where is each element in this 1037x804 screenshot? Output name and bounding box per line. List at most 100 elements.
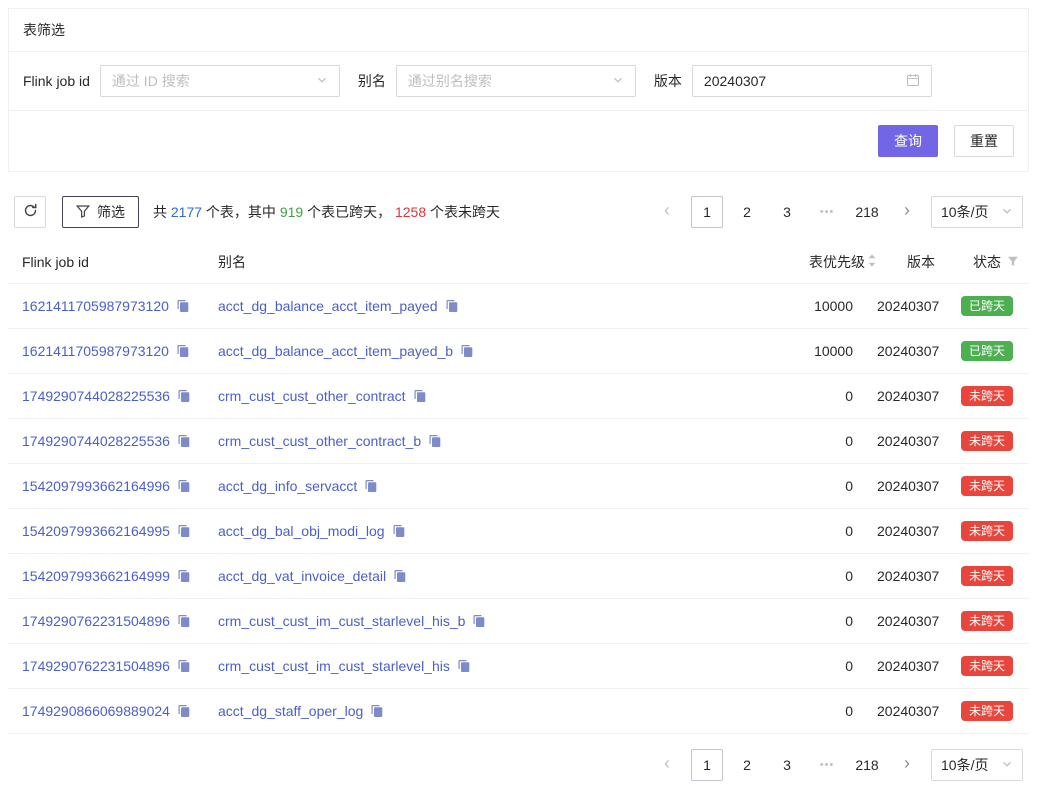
flink-job-id-link[interactable]: 1749290744028225536 <box>22 433 170 449</box>
page-button-218[interactable]: 218 <box>851 196 883 228</box>
filter-toggle-button[interactable]: 筛选 <box>62 196 139 228</box>
flink-job-id-select[interactable]: 通过 ID 搜索 <box>100 65 340 97</box>
alias-link[interactable]: acct_dg_info_servacct <box>218 478 357 494</box>
summary-part4: 个表未跨天 <box>426 204 500 220</box>
copy-icon[interactable] <box>177 614 191 628</box>
cell-version: 20240307 <box>877 523 937 539</box>
table-row: 1621411705987973120 acct_dg_balance_acct_… <box>8 284 1029 329</box>
alias-link[interactable]: acct_dg_balance_acct_item_payed <box>218 298 438 314</box>
alias-link[interactable]: crm_cust_cust_im_cust_starlevel_his <box>218 658 450 674</box>
page-size-select[interactable]: 10条/页 <box>931 196 1023 228</box>
cell-version: 20240307 <box>877 478 937 494</box>
page-button-2[interactable]: 2 <box>731 196 763 228</box>
alias-link[interactable]: acct_dg_balance_acct_item_payed_b <box>218 343 453 359</box>
copy-icon[interactable] <box>445 299 459 313</box>
flink-job-id-link[interactable]: 1749290762231504896 <box>22 613 170 629</box>
copy-icon[interactable] <box>457 659 471 673</box>
cell-version: 20240307 <box>877 613 937 629</box>
page-button-3[interactable]: 3 <box>771 749 803 781</box>
copy-icon[interactable] <box>460 344 474 358</box>
table-row: 1621411705987973120 acct_dg_balance_acct_… <box>8 329 1029 374</box>
copy-icon[interactable] <box>177 569 191 583</box>
alias-link[interactable]: crm_cust_cust_other_contract_b <box>218 433 421 449</box>
pagination-ellipsis: ••• <box>811 749 843 781</box>
cell-priority: 10000 <box>691 343 877 359</box>
page-button-1[interactable]: 1 <box>691 196 723 228</box>
filter-funnel-icon <box>76 204 90 221</box>
status-badge: 已跨天 <box>961 296 1013 316</box>
page-size-value: 10条/页 <box>941 755 988 775</box>
copy-icon[interactable] <box>364 479 378 493</box>
copy-icon[interactable] <box>177 434 191 448</box>
cell-flink-job-id: 1749290762231504896 <box>8 613 218 629</box>
page-button-2[interactable]: 2 <box>731 749 763 781</box>
flink-job-id-link[interactable]: 1542097993662164999 <box>22 568 170 584</box>
summary-total: 2177 <box>171 204 202 220</box>
next-page-button[interactable]: › <box>891 196 923 228</box>
cell-status: 未跨天 <box>937 476 1029 496</box>
sorter-icon[interactable] <box>867 253 877 271</box>
pagination-ellipsis: ••• <box>811 196 843 228</box>
prev-page-button[interactable]: ‹ <box>651 749 683 781</box>
alias-link[interactable]: acct_dg_vat_invoice_detail <box>218 568 386 584</box>
copy-icon[interactable] <box>472 614 486 628</box>
copy-icon[interactable] <box>393 569 407 583</box>
cell-version: 20240307 <box>877 343 937 359</box>
flink-job-id-link[interactable]: 1749290744028225536 <box>22 388 170 404</box>
prev-page-button[interactable]: ‹ <box>651 196 683 228</box>
refresh-button[interactable] <box>14 196 46 228</box>
flink-job-id-link[interactable]: 1749290762231504896 <box>22 658 170 674</box>
cell-flink-job-id: 1621411705987973120 <box>8 343 218 359</box>
reset-button[interactable]: 重置 <box>954 125 1014 157</box>
copy-icon[interactable] <box>177 524 191 538</box>
alias-label: 别名 <box>358 71 386 91</box>
pagination-top: ‹123•••218› <box>651 196 923 228</box>
column-header-status[interactable]: 状态 <box>937 252 1029 272</box>
copy-icon[interactable] <box>428 434 442 448</box>
copy-icon[interactable] <box>177 659 191 673</box>
alias-link[interactable]: acct_dg_bal_obj_modi_log <box>218 523 385 539</box>
flink-job-id-link[interactable]: 1542097993662164995 <box>22 523 170 539</box>
alias-link[interactable]: crm_cust_cust_im_cust_starlevel_his_b <box>218 613 465 629</box>
status-badge: 未跨天 <box>961 386 1013 406</box>
copy-icon[interactable] <box>392 524 406 538</box>
status-badge: 未跨天 <box>961 611 1013 631</box>
alias-link[interactable]: crm_cust_cust_other_contract <box>218 388 406 404</box>
copy-icon[interactable] <box>370 704 384 718</box>
alias-select[interactable]: 通过别名搜索 <box>396 65 636 97</box>
page-button-3[interactable]: 3 <box>771 196 803 228</box>
cell-version: 20240307 <box>877 388 937 404</box>
query-button[interactable]: 查询 <box>878 125 938 157</box>
column-header-priority[interactable]: 表优先级 <box>691 252 877 272</box>
alias-link[interactable]: acct_dg_staff_oper_log <box>218 703 363 719</box>
next-page-button[interactable]: › <box>891 749 923 781</box>
flink-job-id-link[interactable]: 1621411705987973120 <box>22 298 169 314</box>
summary-crossed-count: 919 <box>280 204 303 220</box>
copy-icon[interactable] <box>413 389 427 403</box>
page-button-1[interactable]: 1 <box>691 749 723 781</box>
version-date-input[interactable]: 20240307 <box>692 65 932 97</box>
cell-alias: acct_dg_info_servacct <box>218 478 691 494</box>
flink-job-id-link[interactable]: 1749290866069889024 <box>22 703 170 719</box>
cell-priority: 0 <box>691 478 877 494</box>
page-button-218[interactable]: 218 <box>851 749 883 781</box>
copy-icon[interactable] <box>177 389 191 403</box>
bottom-pagination-bar: ‹123•••218› 10条/页 <box>8 734 1029 796</box>
cell-alias: crm_cust_cust_other_contract_b <box>218 433 691 449</box>
cell-flink-job-id: 1749290866069889024 <box>8 703 218 719</box>
copy-icon[interactable] <box>177 479 191 493</box>
flink-job-id-link[interactable]: 1621411705987973120 <box>22 343 169 359</box>
copy-icon[interactable] <box>176 344 190 358</box>
status-badge: 未跨天 <box>961 656 1013 676</box>
copy-icon[interactable] <box>176 299 190 313</box>
page-size-select[interactable]: 10条/页 <box>931 749 1023 781</box>
column-filter-icon[interactable] <box>1007 254 1019 270</box>
table-body: 1621411705987973120 acct_dg_balance_acct_… <box>8 284 1029 734</box>
summary-part2: 个表，其中 <box>202 204 280 220</box>
copy-icon[interactable] <box>177 704 191 718</box>
cell-priority: 0 <box>691 523 877 539</box>
version-label: 版本 <box>654 71 682 91</box>
flink-job-id-link[interactable]: 1542097993662164996 <box>22 478 170 494</box>
filter-panel-title: 表筛选 <box>9 9 1028 52</box>
status-badge: 未跨天 <box>961 566 1013 586</box>
